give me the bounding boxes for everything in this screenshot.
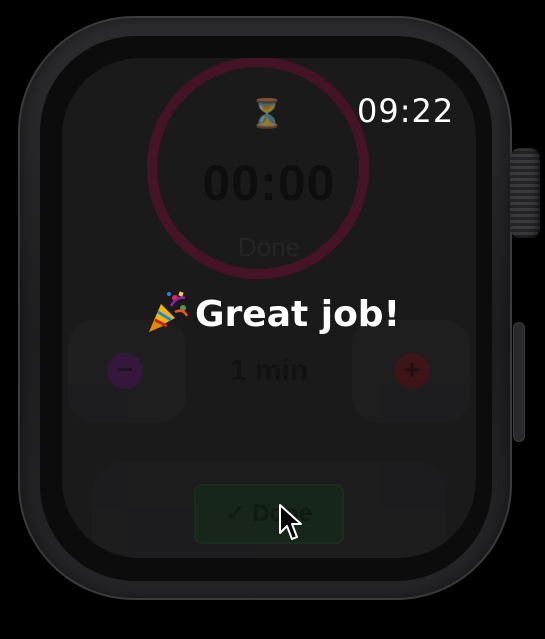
- timer-remaining: 00:00: [202, 155, 336, 211]
- toast-message: Great job!: [194, 294, 400, 335]
- timer-icon: ⏳: [249, 98, 285, 129]
- timer-status: Done: [237, 232, 301, 262]
- side-button[interactable]: [513, 322, 525, 442]
- digital-crown[interactable]: [510, 148, 540, 238]
- party-popper-icon: [148, 291, 189, 332]
- mouse-pointer-icon: [279, 504, 302, 540]
- done-button[interactable]: ✓ Done: [194, 484, 344, 544]
- watch-stage: ⏳ 00:00 Done − + 1 min ✓ Done 09:22 Grea…: [0, 0, 545, 639]
- status-time: 09:22: [357, 92, 455, 130]
- timer-duration: 1 min: [229, 354, 309, 387]
- completion-toast: Great job!: [0, 291, 545, 338]
